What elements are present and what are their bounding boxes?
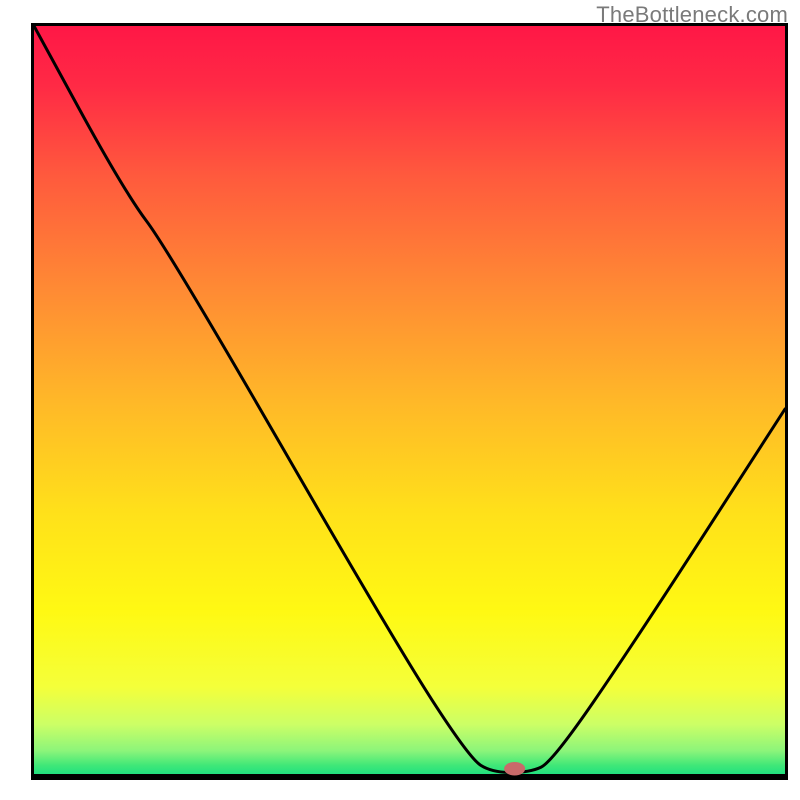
chart-frame: TheBottleneck.com bbox=[0, 0, 800, 800]
watermark-text: TheBottleneck.com bbox=[596, 2, 788, 28]
plot-border bbox=[31, 23, 788, 780]
